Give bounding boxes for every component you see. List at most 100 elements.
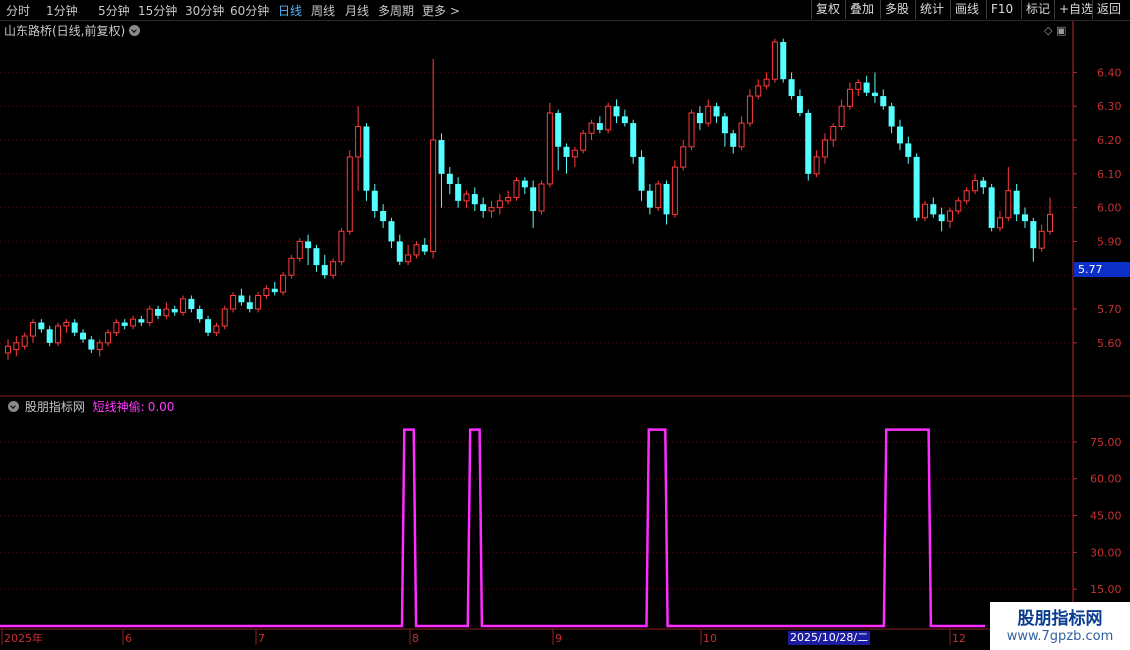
candle-body [905,143,912,157]
candle-body [538,183,545,212]
watermark-title: 股朋指标网 [1017,609,1103,629]
candle-body [1013,190,1020,215]
candle-body [296,240,303,259]
price-tick-label: 6.00 [1097,202,1122,215]
candle-body [321,265,328,276]
candle-body [438,140,445,174]
candle-body [788,79,795,97]
candle-body [505,196,512,202]
candle-body [921,203,928,219]
date-tick-label: 12 [952,632,966,645]
indicator-value: 0.00 [147,400,175,414]
candle-body [880,96,887,107]
candle-body [813,156,820,175]
candle-body [71,322,78,333]
candle-body [980,180,987,188]
candle-body [130,318,137,327]
candle-body [13,342,20,351]
candle-body [530,187,537,211]
candle-body [571,149,578,158]
candle-body [180,298,187,313]
candle-body [596,123,603,130]
date-tick-label: 7 [258,632,265,645]
candle-body [496,200,503,209]
candle-body [105,332,112,344]
candle-body [513,180,520,198]
candle-body [780,42,787,80]
candle-body [755,85,762,97]
candle-body [413,244,420,256]
candle-body [38,322,45,330]
candle-body [88,339,95,350]
candle-body [888,106,895,127]
candle-body [96,342,103,351]
chevron-down-icon[interactable] [129,25,141,36]
candle-body [996,217,1003,229]
candle-body [896,126,903,144]
candle-body [46,329,53,343]
watermark: 股朋指标网 www.7gpzb.com [990,602,1130,650]
candle-body [655,183,662,209]
candle-body [871,92,878,97]
panel-toggle-icon[interactable]: ▣ [1056,24,1066,37]
candle-body [546,112,553,185]
candle-body [838,105,845,128]
candle-body [238,295,245,303]
candle-body [913,156,920,218]
price-tick-label: 6.30 [1097,100,1122,113]
candle-body [171,309,178,313]
candle-body [696,112,703,124]
candle-body [938,214,945,222]
candle-body [555,112,562,147]
candle-body [563,146,570,157]
candle-body [646,190,653,208]
indicator-title: 股朋指标网 短线神偷: 0.00 [4,398,174,415]
candle-body [221,308,228,327]
indicator-tick-label: 45.00 [1090,510,1122,523]
indicator-tick-label: 30.00 [1090,546,1122,559]
candle-body [213,325,220,334]
candle-body [730,133,737,147]
candle-body [55,325,62,344]
candle-body [488,207,495,212]
candle-body [738,122,745,148]
candle-body [163,308,170,317]
indicator-tick-label: 15.00 [1090,583,1122,596]
current-price-tag: 5.77 [1074,262,1130,277]
panel-controls: ◇ ▣ [1044,24,1066,37]
candle-body [230,295,237,310]
candle-body [280,274,287,293]
candle-body [1021,214,1028,222]
candle-body [188,298,195,310]
candle-body [421,244,428,252]
candle-body [430,139,437,253]
candle-body [305,241,312,249]
candle-body [580,132,587,151]
indicator-name: 短线神偷: [92,400,145,414]
watermark-url: www.7gpzb.com [1006,629,1114,644]
candle-body [5,345,11,354]
candle-body [346,156,353,232]
date-tick-label: 6 [125,632,132,645]
stock-chart[interactable]: 6.406.306.206.106.005.905.705.6075.0060.… [0,0,1130,650]
chevron-down-icon[interactable] [8,401,19,412]
candle-body [338,230,345,263]
stock-title-text: 山东路桥(日线,前复权) [4,24,126,38]
diamond-icon[interactable]: ◇ [1044,24,1052,37]
price-tick-label: 5.70 [1097,303,1122,316]
highlight-date-tag: 2025/10/28/二 [788,631,871,645]
candle-body [1030,221,1037,249]
candle-body [30,322,37,337]
candle-body [588,122,595,134]
price-tick-label: 6.20 [1097,134,1122,147]
candle-body [330,261,337,276]
candle-body [313,248,320,266]
candle-body [971,180,978,192]
candle-body [930,204,937,215]
candle-body [963,190,970,202]
candle-body [638,156,645,191]
date-tick-label: 10 [703,632,717,645]
candle-body [721,116,728,134]
candle-body [821,139,828,158]
candle-body [155,309,162,316]
